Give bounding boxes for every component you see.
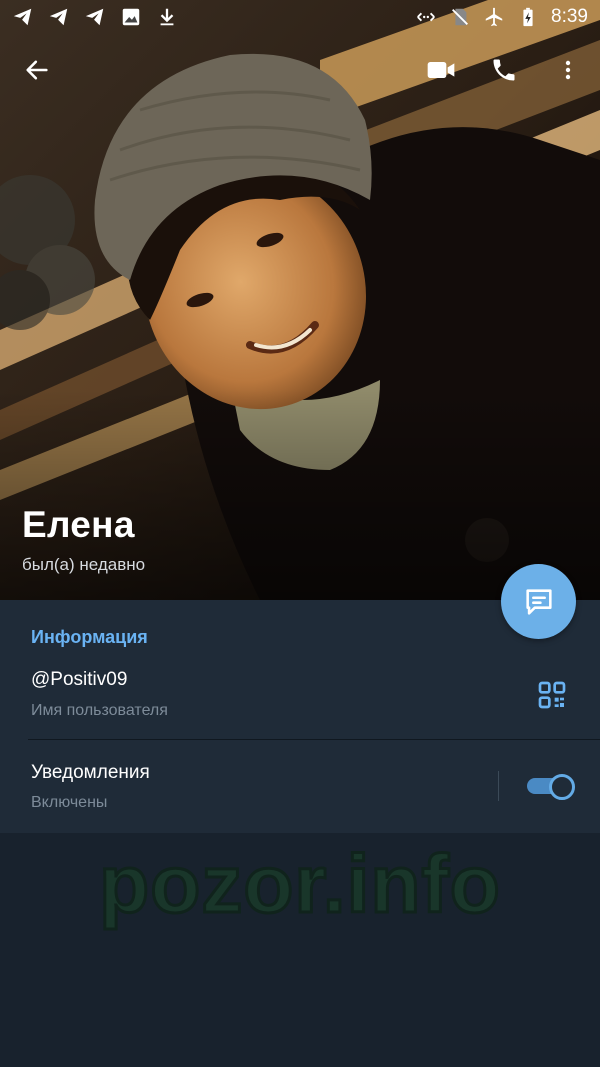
phone-icon — [493, 59, 515, 81]
profile-name: Елена — [22, 504, 135, 545]
notifications-status: Включены — [31, 794, 108, 811]
qr-code-icon[interactable] — [536, 679, 568, 711]
username-value[interactable]: @Positiv09 — [31, 669, 127, 691]
telegram-icon — [13, 8, 32, 26]
clock: 8:39 — [551, 6, 588, 27]
message-icon — [525, 588, 552, 615]
notifications-toggle[interactable] — [527, 774, 575, 800]
image-icon — [122, 8, 140, 26]
info-section-title: Информация — [31, 627, 148, 647]
airplane-icon — [485, 7, 503, 27]
no-sim-icon — [452, 8, 468, 26]
back-button[interactable] — [17, 50, 57, 90]
watermark: pozor.info — [98, 838, 502, 932]
status-bar: 8:39 — [0, 0, 600, 34]
more-vertical-icon — [565, 60, 571, 80]
last-seen-status: был(а) недавно — [22, 555, 146, 574]
call-button[interactable] — [484, 50, 524, 90]
username-caption: Имя пользователя — [31, 702, 168, 719]
battery-charging-icon — [523, 7, 533, 27]
toggle-knob — [549, 774, 575, 800]
video-camera-icon — [427, 62, 455, 78]
telegram-icon — [85, 8, 104, 26]
more-options-button[interactable] — [548, 50, 588, 90]
notifications-label[interactable]: Уведомления — [31, 762, 150, 784]
data-saver-icon — [417, 12, 435, 22]
video-call-button[interactable] — [421, 50, 461, 90]
arrow-left-icon — [26, 60, 48, 80]
send-message-button[interactable] — [501, 564, 576, 639]
telegram-icon — [49, 8, 68, 26]
download-icon — [160, 8, 174, 26]
notifications-separator — [498, 771, 499, 801]
info-divider — [28, 739, 600, 740]
profile-screen: 8:39 Елена был(а) недавно Информация @Po… — [0, 0, 600, 1067]
